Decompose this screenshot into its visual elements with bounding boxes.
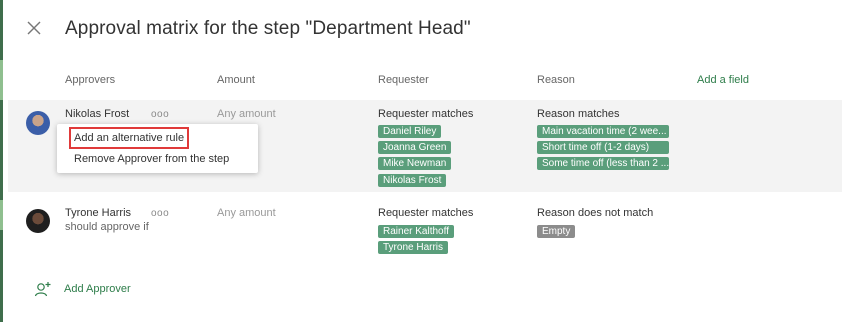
requester-tag: Nikolas Frost [378, 174, 447, 187]
remove-approver-item[interactable]: Remove Approver from the step [74, 153, 229, 165]
edge-segment [0, 200, 3, 230]
edge-segment [0, 60, 3, 100]
add-field-link[interactable]: Add a field [697, 74, 749, 86]
column-header-amount: Amount [217, 74, 255, 86]
avatar [26, 111, 50, 135]
dialog-title: Approval matrix for the step "Department… [65, 18, 471, 39]
reason-tag: Empty [537, 225, 576, 238]
requester-tag: Tyrone Harris [378, 241, 449, 254]
close-button[interactable] [24, 18, 44, 38]
reason-tag: Short time off (1-2 days) [537, 141, 669, 154]
column-header-approvers: Approvers [65, 74, 116, 86]
more-options-button[interactable]: ooo [151, 208, 169, 219]
column-header-requester: Requester [378, 74, 429, 86]
reason-condition: Reason does not match [537, 207, 654, 219]
amount-value: Any amount [217, 108, 276, 120]
context-menu: Add an alternative rule Remove Approver … [57, 124, 258, 173]
add-alternative-rule-item[interactable]: Add an alternative rule [68, 127, 190, 149]
requester-tag: Rainer Kalthoff [378, 225, 454, 238]
requester-tag: Mike Newman [378, 157, 452, 170]
amount-value: Any amount [217, 207, 276, 219]
window-left-edge [0, 0, 3, 322]
column-header-reason: Reason [537, 74, 575, 86]
close-icon [27, 21, 41, 35]
requester-tag: Daniel Riley [378, 125, 442, 138]
reason-condition: Reason matches [537, 108, 620, 120]
approver-subtitle: should approve if [65, 221, 149, 233]
avatar [26, 209, 50, 233]
approver-name: Tyrone Harris [65, 207, 132, 219]
requester-condition: Requester matches [378, 207, 474, 219]
requester-condition: Requester matches [378, 108, 474, 120]
approver-name: Nikolas Frost [65, 108, 130, 120]
add-user-icon[interactable] [34, 280, 52, 298]
more-options-button[interactable]: ooo [151, 109, 169, 120]
requester-tag: Joanna Green [378, 141, 452, 154]
reason-tag: Some time off (less than 2 ... [537, 157, 669, 170]
add-approver-button[interactable]: Add Approver [64, 283, 131, 295]
reason-tag: Main vacation time (2 wee... [537, 125, 669, 138]
